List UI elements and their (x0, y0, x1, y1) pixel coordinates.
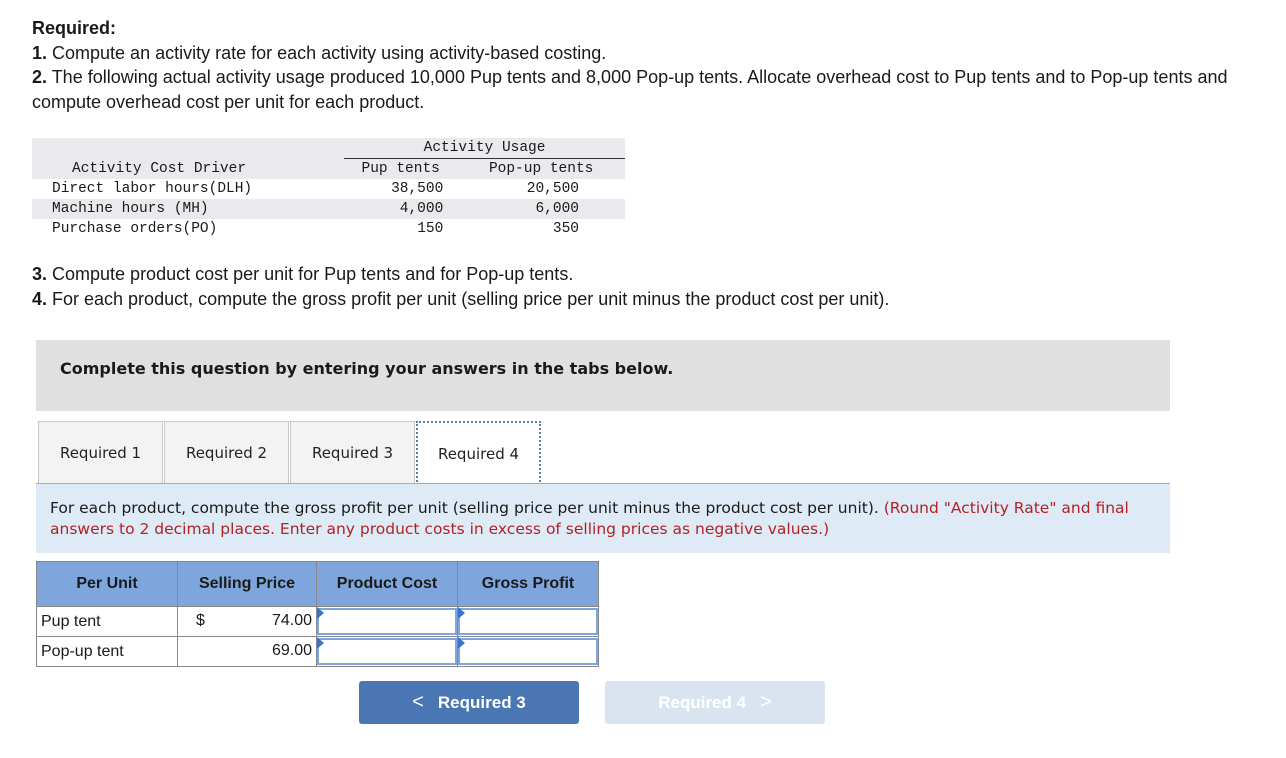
popup-gross-profit-input[interactable] (458, 638, 598, 665)
requirement-1: 1. Compute an activity rate for each act… (32, 42, 607, 63)
previous-required-3-button[interactable]: < Required 3 (359, 681, 579, 724)
popup-product-cost-input[interactable] (317, 638, 457, 665)
requirement-3: 3. Compute product cost per unit for Pup… (32, 264, 574, 284)
table-row: Direct labor hours(DLH) 38,500 20,500 (52, 181, 579, 197)
activity-usage-table: Activity Usage Activity Cost Driver Pup … (32, 138, 625, 239)
driver-column-header: Activity Cost Driver (32, 158, 345, 179)
table-row: Machine hours (MH) 4,000 6,000 (32, 199, 625, 219)
row-label: Pup tent (36, 606, 178, 637)
pup-gross-profit-input[interactable] (458, 608, 598, 635)
row-label: Pop-up tent (36, 636, 178, 667)
tab-required-3[interactable]: Required 3 (290, 421, 415, 483)
tab-required-1[interactable]: Required 1 (38, 421, 163, 483)
tab-required-4[interactable]: Required 4 (416, 421, 541, 485)
next-required-4-button[interactable]: Required 4 > (605, 681, 825, 724)
product-cost-header: Product Cost (316, 561, 458, 607)
required-heading: Required: (32, 18, 117, 38)
table-row: Pup tent $ 74.00 (36, 606, 599, 637)
pup-product-cost-input[interactable] (317, 608, 457, 635)
input-flag-icon (317, 637, 324, 649)
input-flag-icon (458, 607, 465, 619)
instructions-banner: Complete this question by entering your … (36, 340, 1170, 411)
intro-section: Required: 1. Compute an activity rate fo… (32, 16, 1282, 114)
gross-profit-header: Gross Profit (457, 561, 599, 607)
tab-bar: Required 1 Required 2 Required 3 Require… (38, 421, 542, 485)
selling-price-cell: $ 74.00 (177, 606, 317, 637)
per-unit-header: Per Unit (36, 561, 178, 607)
input-flag-icon (458, 637, 465, 649)
table-row: Purchase orders(PO) 150 350 (52, 221, 579, 237)
gross-profit-table: Per Unit Selling Price Product Cost Gros… (36, 561, 599, 667)
chevron-left-icon: < (412, 691, 424, 713)
selling-price-cell: 69.00 (177, 636, 317, 667)
pup-column-header: Pup tents (344, 158, 458, 179)
table-row: Pop-up tent 69.00 (36, 636, 599, 667)
tab-required-2[interactable]: Required 2 (164, 421, 289, 483)
popup-column-header: Pop-up tents (457, 158, 625, 179)
requirement-2: 2. The following actual activity usage p… (32, 67, 1228, 112)
chevron-right-icon: > (760, 691, 772, 713)
tab-instruction: For each product, compute the gross prof… (36, 484, 1170, 553)
intro-section-2: 3. Compute product cost per unit for Pup… (32, 262, 1282, 311)
input-flag-icon (317, 607, 324, 619)
selling-price-header: Selling Price (177, 561, 317, 607)
requirement-4: 4. For each product, compute the gross p… (32, 288, 890, 309)
activity-usage-header: Activity Usage (344, 138, 625, 159)
